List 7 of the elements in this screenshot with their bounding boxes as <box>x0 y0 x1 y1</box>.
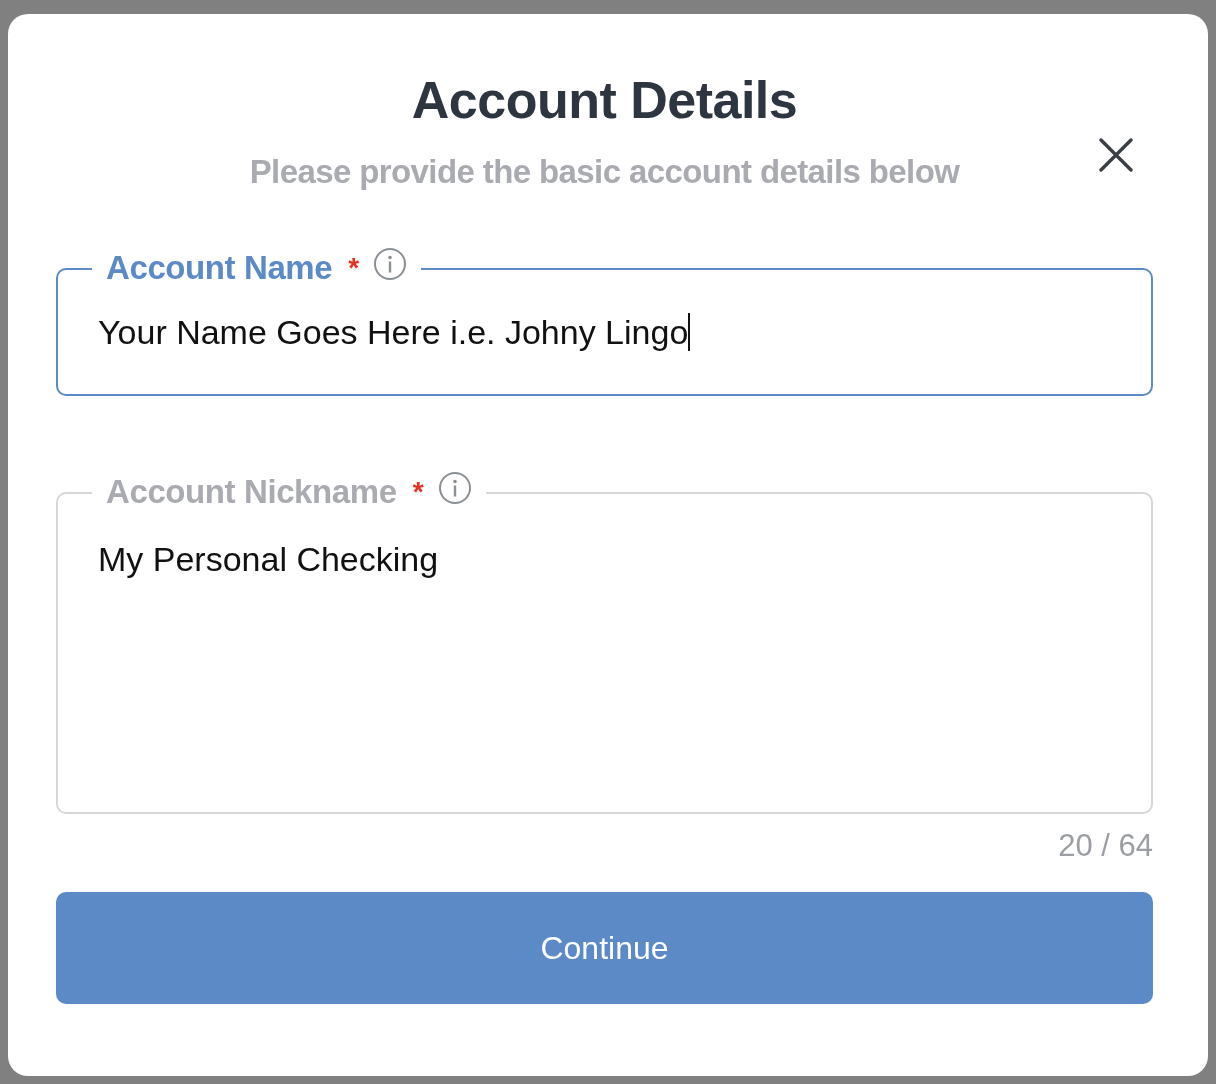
dialog-subtitle: Please provide the basic account details below <box>249 152 960 192</box>
continue-button[interactable]: Continue <box>56 892 1153 1004</box>
dialog-title: Account Details <box>411 70 798 130</box>
info-icon[interactable] <box>373 247 408 281</box>
close-icon[interactable] <box>1099 138 1133 172</box>
character-counter: 20 / 64 <box>1057 828 1153 864</box>
info-icon[interactable] <box>437 471 472 505</box>
